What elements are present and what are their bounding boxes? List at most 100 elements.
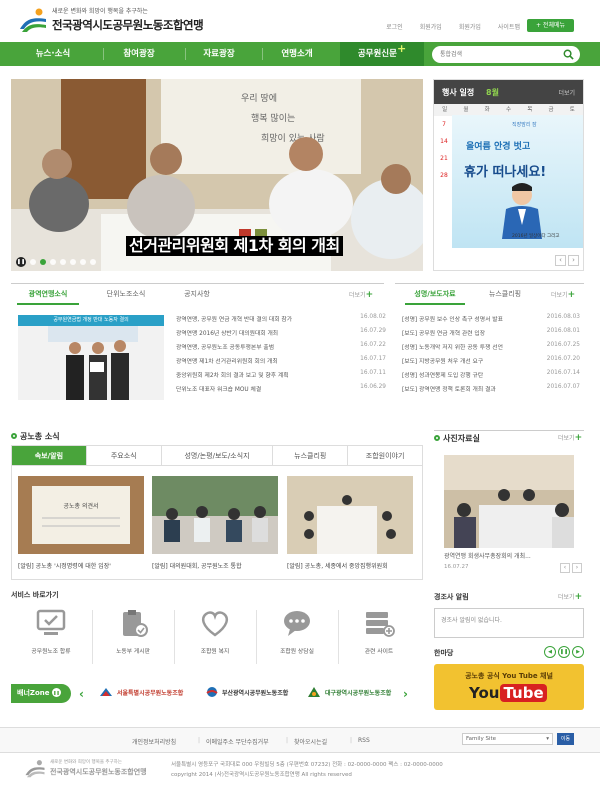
press-date: 2016.08.01 (546, 328, 580, 334)
news-title: 단위노조 대표자 워크숍 MOU 체결 (176, 387, 262, 393)
all-menu-button[interactable]: + 전체메뉴 (527, 19, 574, 32)
join-link[interactable]: 회원가입 (420, 22, 442, 31)
nav-resources[interactable]: 자료광장 (190, 42, 248, 66)
gallery-caption[interactable]: 광역연맹 회생사무총장회의 개최... (444, 551, 584, 560)
chevron-right-icon[interactable]: › (568, 255, 579, 266)
slide-dot[interactable] (50, 259, 56, 265)
list-item[interactable]: [성명] 공무원 보수 인상 촉구 성명서 발표 2016.08.03 (402, 314, 580, 328)
service-item[interactable]: 관련 사이트 (339, 608, 419, 666)
list-item[interactable]: [보도] 공무원 연금 개혁 관련 입장 2016.08.01 (402, 328, 580, 342)
calendar-more-link[interactable]: 더보기 (558, 88, 575, 97)
gong-card[interactable]: 공노총 의견서 [알림] 공노총 '시정명령에 대한 입장' (18, 476, 144, 570)
list-item[interactable]: 광역연맹 제1차 선거관리위원회 회의 개최 16.07.17 (176, 356, 386, 370)
logo-title[interactable]: 전국광역시도공무원노동조합연맹 (52, 17, 204, 33)
news-thumbnail[interactable]: 공무원연금법 개정 반대 노동자 결의 (18, 315, 164, 400)
slide-dot[interactable] (30, 259, 36, 265)
gong-card[interactable]: [알림] 대의원대회, 공무원노조 통합 (152, 476, 278, 570)
tab-member-stories[interactable]: 조합원이야기 (348, 446, 422, 465)
chevron-left-icon[interactable]: ‹ (555, 255, 566, 266)
press-more-link[interactable]: 더보기+ (551, 290, 575, 300)
tab-breaking[interactable]: 속보/알림 (12, 446, 87, 465)
banner-item-seoul[interactable]: 서울특별시공무원노동조합 (99, 686, 183, 698)
union-logo-icon[interactable] (18, 7, 48, 33)
banner-item-daegu[interactable]: 대구광역시공무원노동조합 (307, 686, 391, 698)
nav-participation[interactable]: 참여광장 (110, 42, 168, 66)
list-item[interactable]: [성명] 노동개악 저지 위한 공동 투쟁 선언 2016.07.25 (402, 342, 580, 356)
list-item[interactable]: [보도] 지방공무원 처우 개선 요구 2016.07.20 (402, 356, 580, 370)
service-label: 조합원 상담실 (280, 649, 314, 655)
slide-dot[interactable] (90, 259, 96, 265)
alarm-content: 경조사 알림이 없습니다. (434, 608, 584, 638)
slide-dot[interactable] (80, 259, 86, 265)
join-link-2[interactable]: 회원가입 (459, 22, 481, 31)
service-item[interactable]: 조합원 복지 (175, 608, 255, 666)
tab-main-news[interactable]: 주요소식 (87, 446, 162, 465)
pause-icon[interactable]: ❚❚ (16, 257, 26, 267)
service-item[interactable]: 노동부 게시판 (93, 608, 173, 666)
family-site-select[interactable]: Family Site ▾ (462, 733, 553, 745)
monitor-check-icon (36, 609, 66, 635)
email-policy-link[interactable]: 이메일주소 무단수집거부 (206, 737, 269, 746)
list-item[interactable]: [보도] 광역연맹 정책 토론회 개최 결과 2016.07.07 (402, 384, 580, 398)
search-icon[interactable] (563, 49, 574, 60)
gallery-date: 16.07.27 (444, 564, 469, 570)
privacy-link[interactable]: 개인정보처리방침 (132, 737, 176, 746)
footer-divider: | (198, 737, 201, 744)
calendar-day[interactable]: 28 (434, 167, 454, 184)
slide-dot[interactable] (40, 259, 46, 265)
pause-icon[interactable]: ❚❚ (51, 688, 61, 697)
tab-union-news[interactable]: 광역연맹소식 (17, 284, 79, 305)
login-link[interactable]: 로그인 (386, 22, 403, 31)
slide-dot[interactable] (60, 259, 66, 265)
tab-clipping[interactable]: 뉴스클리핑 (273, 446, 349, 465)
alarm-more-link[interactable]: 더보기+ (558, 592, 582, 602)
rss-link[interactable]: RSS (358, 737, 370, 744)
sitemap-link[interactable]: 사이트맵 (498, 22, 520, 31)
calendar-day[interactable]: 7 (434, 116, 454, 133)
list-item[interactable]: 광역연맹, 공무원노조 공동투쟁본부 출범 16.07.22 (176, 342, 386, 356)
directions-link[interactable]: 찾아오시는길 (294, 737, 327, 746)
youtube-banner-text: 공노총 공식 You Tube 채널 (465, 672, 553, 680)
go-button[interactable]: 이동 (557, 733, 574, 745)
chevron-left-icon[interactable]: ‹ (79, 687, 84, 701)
summer-ad-banner[interactable]: 직장맘리 잠 올여름 안경 벗고 휴가 떠나세요! 2016년 일상이다 그리고 (452, 115, 583, 248)
next-icon[interactable]: ▶ (572, 646, 584, 658)
nav-news[interactable]: 뉴스·소식 (24, 42, 82, 66)
banner-item-busan[interactable]: 부산광역시공무원노동조합 (206, 686, 288, 698)
tab-notice[interactable]: 공지사항 (171, 284, 223, 304)
tab-news-clipping[interactable]: 뉴스클리핑 (480, 284, 530, 304)
prev-icon[interactable]: ◀ (544, 646, 556, 658)
more-label: 더보기 (551, 292, 568, 299)
list-item[interactable]: 광역연맹, 공무원 연금 개혁 반대 결의 대회 참가 16.08.02 (176, 314, 386, 328)
chevron-right-icon[interactable]: › (572, 563, 582, 573)
conference-photo (287, 476, 413, 554)
nav-about[interactable]: 연맹소개 (268, 42, 326, 66)
chevron-left-icon[interactable]: ‹ (560, 563, 570, 573)
news-list: 광역연맹, 공무원 연금 개혁 반대 결의 대회 참가 16.08.02 광역연맹… (176, 314, 386, 398)
calendar-day[interactable]: 14 (434, 133, 454, 150)
list-item[interactable]: 중앙위원회 제2차 회의 결과 보고 및 향후 계획 16.07.11 (176, 370, 386, 384)
pause-icon[interactable]: ❚❚ (558, 646, 570, 658)
service-item[interactable]: 공무원노조 합류 (11, 608, 91, 666)
gong-card[interactable]: [알림] 공노총, 세종에서 중앙집행위원회 (287, 476, 413, 570)
youtube-banner[interactable]: 공노총 공식 You Tube 채널 You Tube (434, 664, 584, 710)
slide-caption[interactable]: 선거관리위원회 제1차 회의 개최 (126, 236, 343, 256)
news-more-link[interactable]: 더보기+ (349, 290, 373, 300)
tab-local-news[interactable]: 단위노조소식 (91, 284, 161, 304)
search-input[interactable] (440, 49, 550, 60)
list-item[interactable]: 단위노조 대표자 워크숍 MOU 체결 16.06.29 (176, 384, 386, 398)
nav-newspaper[interactable]: 공무원신문+ (340, 42, 424, 66)
chevron-right-icon[interactable]: › (403, 687, 408, 701)
gong-title-text: 공노총 소식 (20, 432, 60, 441)
service-item[interactable]: 조합원 상담실 (257, 608, 337, 666)
ceremony-photo (18, 326, 164, 400)
news-title: 광역연맹 2016년 상반기 대의원대회 개최 (176, 331, 279, 337)
photo-more-link[interactable]: 더보기+ (558, 433, 582, 443)
slide-dot[interactable] (70, 259, 76, 265)
calendar-day[interactable]: 21 (434, 150, 454, 167)
tab-press-release[interactable]: 성명/보도자료 (405, 284, 465, 305)
gallery-photo[interactable] (444, 455, 574, 548)
list-item[interactable]: 광역연맹 2016년 상반기 대의원대회 개최 16.07.29 (176, 328, 386, 342)
list-item[interactable]: [성명] 성과연봉제 도입 강행 규탄 2016.07.14 (402, 370, 580, 384)
tab-statements[interactable]: 성명/논평/보도/소식지 (162, 446, 274, 465)
